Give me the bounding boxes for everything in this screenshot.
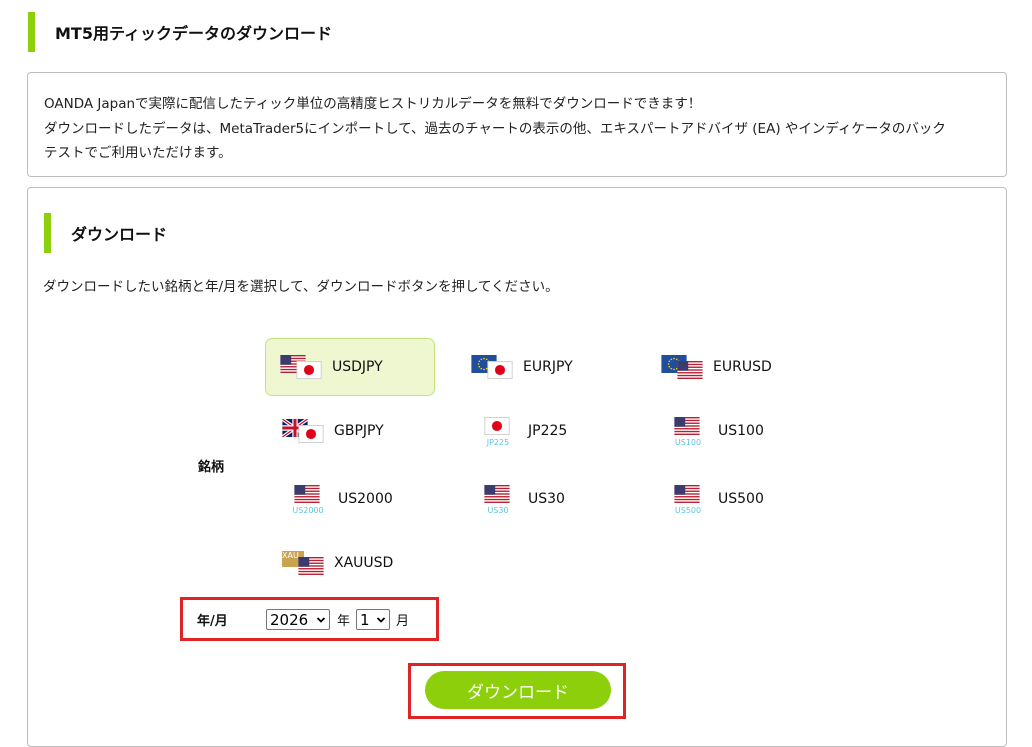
gold-us-icon: XAU <box>282 545 326 581</box>
gb-jp-flags-icon <box>282 413 326 449</box>
chevron-down-icon <box>316 617 326 623</box>
download-section-title-text: ダウンロード <box>71 225 168 244</box>
symbol-option-eurjpy[interactable]: EURJPY <box>471 345 573 389</box>
symbol-label-gbpjpy: GBPJPY <box>334 423 384 439</box>
download-instruction: ダウンロードしたい銘柄と年/月を選択して、ダウンロードボタンを押してください。 <box>43 279 559 295</box>
us-flag-icon: US100 <box>666 413 710 449</box>
symbol-label-usdjpy: USDJPY <box>332 359 383 375</box>
symbol-option-us30[interactable]: US30 US30 <box>476 477 565 521</box>
symbol-label-us30: US30 <box>528 491 565 507</box>
download-button[interactable]: ダウンロード <box>425 671 611 709</box>
symbol-label-xauusd: XAUUSD <box>334 555 394 571</box>
symbol-option-us2000[interactable]: US2000 US2000 <box>286 477 393 521</box>
symbol-option-gbpjpy[interactable]: GBPJPY <box>282 409 384 453</box>
flag-caption: US2000 <box>292 506 324 515</box>
symbol-label-jp225: JP225 <box>528 423 568 439</box>
us-jp-flags-icon <box>280 349 324 385</box>
chevron-down-icon <box>376 617 386 623</box>
symbol-label-us100: US100 <box>718 423 764 439</box>
month-select[interactable]: 1 <box>356 609 390 630</box>
us-flag-icon: US500 <box>666 481 710 517</box>
symbol-label-eurjpy: EURJPY <box>523 359 573 375</box>
eu-us-flags-icon <box>661 349 705 385</box>
jp-flag-icon: JP225 <box>476 413 520 449</box>
us-flag-icon: US2000 <box>286 481 330 517</box>
symbol-option-xauusd[interactable]: XAU XAUUSD <box>282 541 393 585</box>
date-label: 年/月 <box>197 614 228 629</box>
intro-line-3: テストでご利用いただけます。 <box>44 145 232 161</box>
month-unit: 月 <box>396 614 410 629</box>
symbol-option-usdjpy[interactable]: USDJPY <box>265 338 435 396</box>
intro-box: OANDA Japanで実際に配信したティック単位の高精度ヒストリカルデータを無… <box>27 72 1007 177</box>
intro-line-2: ダウンロードしたデータは、MetaTrader5にインポートして、過去のチャート… <box>44 120 946 137</box>
year-value: 2026 <box>270 610 309 629</box>
symbol-option-eurusd[interactable]: EURUSD <box>661 345 772 389</box>
page-title: MT5用ティックデータのダウンロード <box>28 12 628 52</box>
year-select[interactable]: 2026 <box>266 609 330 630</box>
eu-jp-flags-icon <box>471 349 515 385</box>
us-flag-icon: US30 <box>476 481 520 517</box>
page-title-text: MT5用ティックデータのダウンロード <box>55 24 333 43</box>
symbol-label-eurusd: EURUSD <box>713 359 772 375</box>
intro-line-1: OANDA Japanで実際に配信したティック単位の高精度ヒストリカルデータを無… <box>44 96 702 112</box>
flag-caption: JP225 <box>486 438 510 447</box>
flag-caption: US100 <box>674 438 702 447</box>
symbol-label-us500: US500 <box>718 491 764 507</box>
flag-caption: US500 <box>674 506 702 515</box>
symbol-label-us2000: US2000 <box>338 491 393 507</box>
flag-caption: US30 <box>487 506 509 515</box>
symbol-option-jp225[interactable]: JP225 JP225 <box>476 409 567 453</box>
download-section-title: ダウンロード <box>44 213 444 253</box>
year-unit: 年 <box>337 614 351 629</box>
symbol-option-us500[interactable]: US500 US500 <box>666 477 764 521</box>
symbol-label: 銘柄 <box>198 460 225 475</box>
month-value: 1 <box>360 610 370 629</box>
symbol-option-us100[interactable]: US100 US100 <box>666 409 764 453</box>
